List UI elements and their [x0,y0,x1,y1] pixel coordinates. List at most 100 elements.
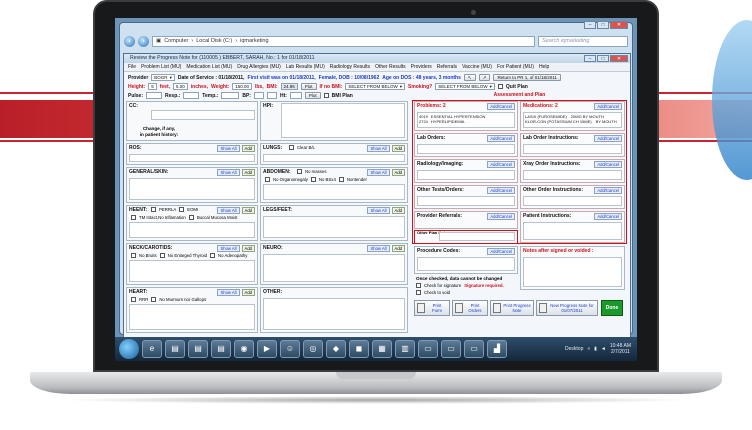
checkbox[interactable] [159,253,165,258]
app-icon[interactable]: ◼ [349,340,369,358]
problem-row[interactable]: 2724 HYPERLIPIDEMIA [419,119,513,124]
bmi-plan-checkbox[interactable] [323,93,329,98]
checkbox[interactable] [297,169,302,174]
show-all-button[interactable]: Show All [217,207,240,214]
radiology-list[interactable] [417,170,515,180]
app-icon[interactable]: ◆ [326,340,346,358]
plot-button[interactable]: Plot [304,92,321,99]
media-player-icon[interactable]: ▶ [257,340,277,358]
add-button[interactable]: Add [391,169,405,176]
folder-icon[interactable]: ▤ [165,340,185,358]
abdomen-option[interactable]: No masses [295,168,329,175]
add-cancel-button[interactable]: Add/Cancel [487,135,515,142]
menu-item[interactable]: Referrals [437,63,457,71]
resp-field[interactable] [183,92,200,99]
desktop-toolbar-label[interactable]: Desktop [565,346,583,352]
window-icon[interactable]: ▭ [464,340,484,358]
checkbox[interactable] [131,253,136,258]
neck-textarea[interactable] [129,260,255,282]
ht-field[interactable] [289,92,302,99]
hpi-textarea[interactable] [281,103,405,138]
maximize-button[interactable]: □ [597,21,609,29]
heent-textarea[interactable] [129,222,255,238]
show-all-button[interactable]: Show All [367,207,390,214]
close-button[interactable]: ✕ [610,55,628,62]
menu-item[interactable]: Medication List (MU) [186,63,232,71]
legs-textarea[interactable] [263,216,405,238]
new-progress-note-button[interactable]: New Progress Note for 01/07/2011 [536,300,598,316]
arrow-button[interactable]: ↖ [463,74,476,81]
add-cancel-button[interactable]: Add/Cancel [487,248,515,255]
lab-orders-list[interactable] [417,144,515,154]
add-cancel-button[interactable]: Add/Cancel [487,213,515,220]
add-button[interactable]: Add [391,207,405,214]
show-all-button[interactable]: Show All [217,289,240,296]
print-form-button[interactable]: Print Form [414,300,450,316]
show-all-button[interactable]: Show All [217,145,240,152]
menu-item[interactable]: Help [539,63,549,71]
database-icon[interactable]: ▥ [395,340,415,358]
provider-select[interactable]: BOGR ▾ [151,74,175,81]
checkbox[interactable] [151,297,157,302]
messenger-icon[interactable]: ☺ [280,340,300,358]
volume-icon[interactable]: ◄ [601,346,606,352]
print-orders-button[interactable]: Print Orders [452,300,488,316]
bmi-reason-select[interactable]: SELECT FROM BELOW ▾ [345,83,406,90]
print-progress-note-button[interactable]: Print Progress Note [490,300,534,316]
search-input[interactable]: Search iqmarketing [538,35,628,47]
arrow-button[interactable]: ↗ [478,74,491,81]
firefox-icon[interactable]: ◉ [234,340,254,358]
chrome-icon[interactable]: ◎ [303,340,323,358]
window-icon[interactable]: ▭ [441,340,461,358]
checkbox[interactable] [338,177,344,182]
close-button[interactable]: ✕ [610,21,628,29]
address-bar[interactable]: ▣ Computer › Local Disk (C:) › iqmarketi… [152,35,535,47]
add-cancel-button[interactable]: Add/Cancel [487,187,515,194]
medication-row[interactable]: KLOR-CON (POTASSIUM CH 10ME) BY MOUTH [525,119,620,124]
add-button[interactable]: Add [241,145,255,152]
menu-item[interactable]: Drug Allergies (MU) [237,63,281,71]
menu-item[interactable]: Vaccine (MU) [462,63,492,71]
ros-textarea[interactable] [129,154,255,162]
show-all-button[interactable]: Show All [367,145,390,152]
menu-item[interactable]: For Patient (MU) [497,63,534,71]
notes-after-textarea[interactable] [523,257,622,287]
general-textarea[interactable] [129,178,255,200]
bp-diastolic-field[interactable] [266,92,277,99]
show-all-button[interactable]: Show All [217,169,240,176]
return-button[interactable]: Return to PR 1, of 01/18/2011 [493,74,561,81]
breadcrumb-item[interactable]: Local Disk (C:) [196,38,232,44]
forward-icon[interactable]: › [138,35,149,47]
menu-item[interactable]: Radiology Results [330,63,370,71]
add-cancel-button[interactable]: Add/Cancel [594,161,622,168]
void-checkbox[interactable] [416,290,421,295]
xray-instructions-textarea[interactable] [523,170,622,180]
add-button[interactable]: Add [241,169,255,176]
other-tests-list[interactable] [417,196,515,206]
add-cancel-button[interactable]: Add/Cancel [594,187,622,194]
done-button[interactable]: Done [601,300,623,316]
checkbox[interactable] [179,207,185,212]
heart-textarea[interactable] [129,304,255,330]
checkbox[interactable] [210,253,216,258]
back-icon[interactable]: ‹ [124,35,135,47]
add-button[interactable]: Add [391,245,405,252]
menu-item[interactable]: Lab Results (MU) [286,63,325,71]
start-button[interactable] [119,339,139,359]
maximize-button[interactable]: □ [597,55,609,62]
app-icon[interactable]: ▦ [372,340,392,358]
lungs-option[interactable]: Clear B/L [287,144,317,151]
add-cancel-button[interactable]: Add/Cancel [594,213,622,220]
show-all-button[interactable]: Show All [367,169,390,176]
minimize-button[interactable]: – [584,55,596,62]
height-inches-field[interactable]: 5.00 [173,83,188,90]
height-feet-field[interactable]: 5 [148,83,157,90]
procedure-codes-list[interactable] [417,257,515,271]
quit-plan-checkbox[interactable] [497,84,503,89]
other-textarea[interactable] [263,298,405,330]
breadcrumb-item[interactable]: iqmarketing [240,38,268,44]
lab-instructions-textarea[interactable] [523,144,622,154]
checkbox[interactable] [131,215,136,220]
add-button[interactable]: Add [391,145,405,152]
breadcrumb-item[interactable]: Computer [164,38,188,44]
